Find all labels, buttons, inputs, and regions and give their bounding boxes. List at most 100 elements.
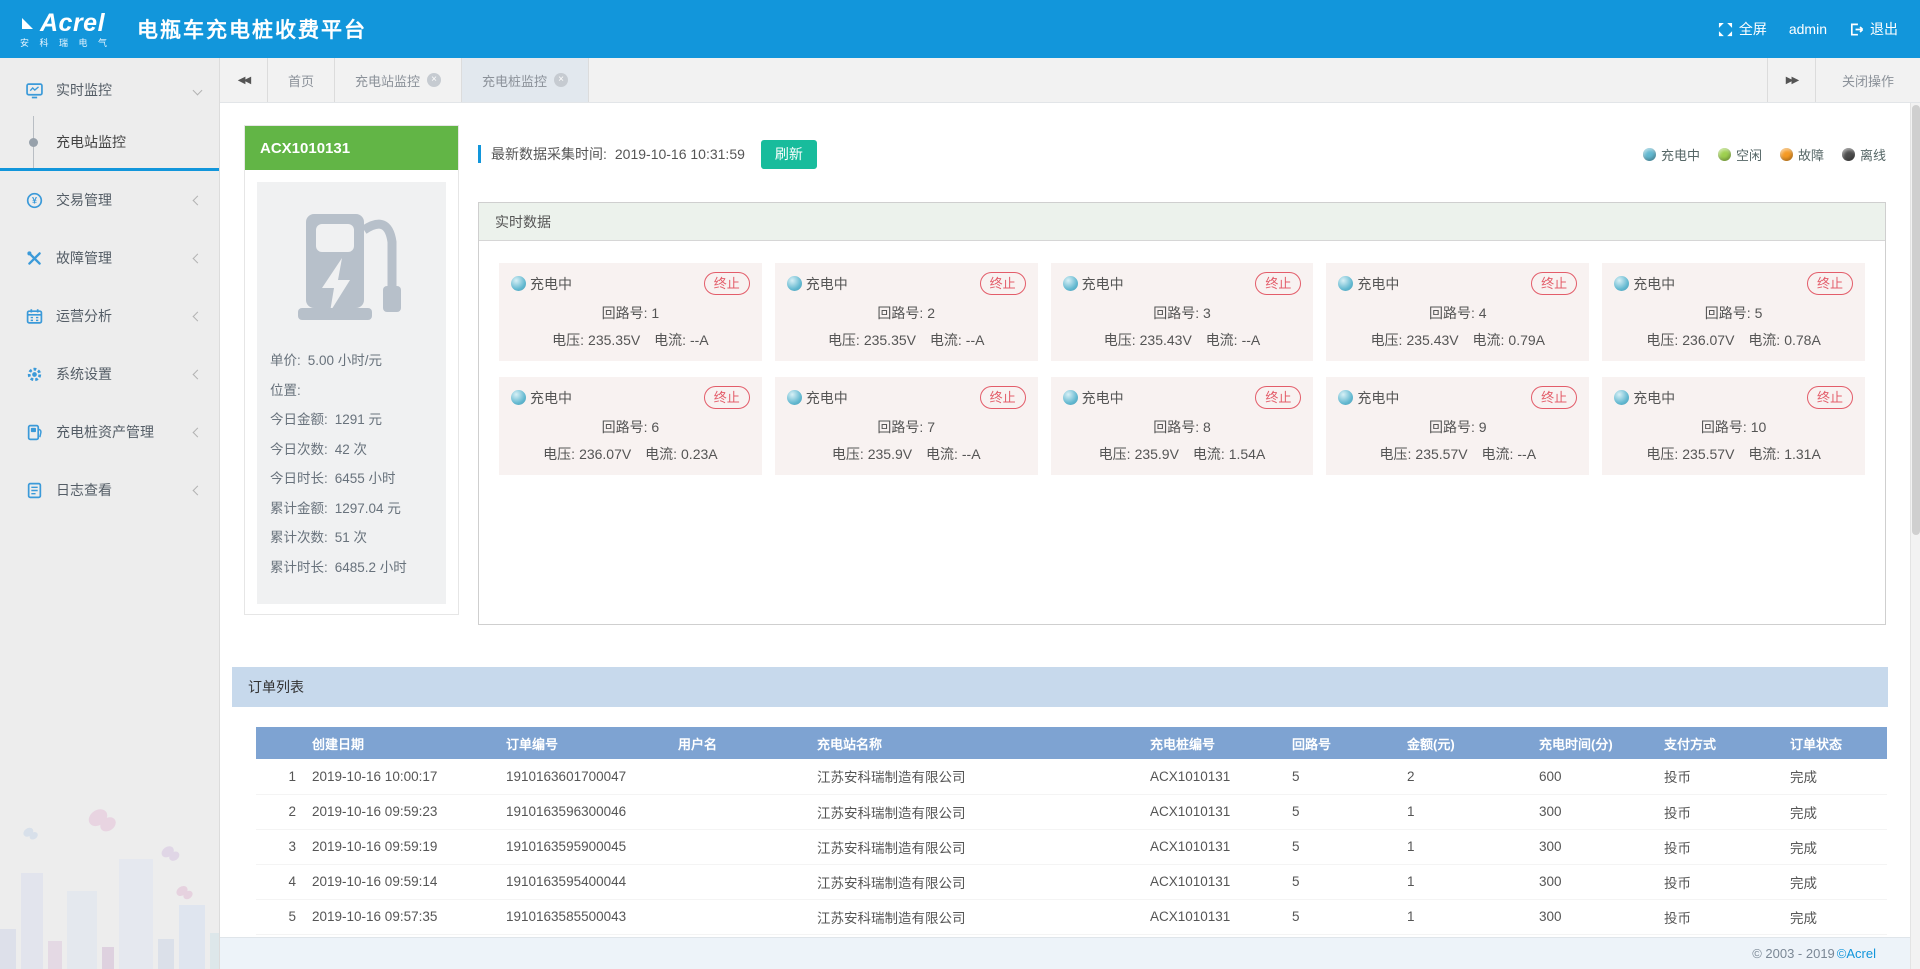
channel-card: 充电中 终止 回路号: 1 <box>499 263 762 361</box>
chevron-down-icon <box>193 85 203 95</box>
terminate-button[interactable]: 终止 <box>704 272 750 295</box>
page-title: 电瓶车充电桩收费平台 <box>137 14 367 44</box>
scrollbar-thumb[interactable] <box>1912 105 1920 535</box>
tab-home[interactable]: 首页 <box>268 58 335 102</box>
order-row[interactable]: 2 2019-10-16 09:59:23 1910163596300046 江… <box>256 794 1887 829</box>
vertical-scrollbar[interactable] <box>1910 103 1920 969</box>
current-label: 电流: <box>1481 446 1513 462</box>
circuit-line: 回路号: 2 <box>775 303 1038 323</box>
order-circuit: 5 <box>1284 759 1399 794</box>
stat-value: 1291 元 <box>335 405 382 435</box>
channel-status-label: 充电中 <box>530 388 572 408</box>
sidebar-item-label: 故障管理 <box>56 248 112 268</box>
order-pile-id: ACX1010131 <box>1142 829 1284 864</box>
channel-card: 充电中 终止 回路号: 9 <box>1326 377 1589 475</box>
terminate-button[interactable]: 终止 <box>980 272 1026 295</box>
terminate-button[interactable]: 终止 <box>1531 386 1577 409</box>
channel-grid: 充电中 终止 回路号: 1 <box>479 241 1885 497</box>
tab-station-monitor[interactable]: 充电站监控 × <box>335 58 462 102</box>
order-username <box>670 794 809 829</box>
order-row[interactable]: 4 2019-10-16 09:59:14 1910163595400044 江… <box>256 864 1887 899</box>
close-operations-button[interactable]: 关闭操作 <box>1815 58 1920 102</box>
order-row[interactable]: 1 2019-10-16 10:00:17 1910163601700047 江… <box>256 759 1887 794</box>
order-create-date: 2019-10-16 10:00:17 <box>304 759 498 794</box>
username[interactable]: admin <box>1789 21 1827 37</box>
terminate-button[interactable]: 终止 <box>1531 272 1577 295</box>
stat-label: 累计次数: <box>270 523 328 553</box>
current-value: 1.54A <box>1229 446 1266 462</box>
logout-button[interactable]: 退出 <box>1849 19 1898 39</box>
current-label: 电流: <box>654 332 686 348</box>
circuit-label: 回路号: <box>1701 419 1747 435</box>
terminate-button[interactable]: 终止 <box>980 386 1026 409</box>
sidebar-item-realtime-monitor[interactable]: 实时监控 <box>0 58 219 116</box>
terminate-button[interactable]: 终止 <box>1255 272 1301 295</box>
stat-value: 51 次 <box>335 523 367 553</box>
logo-subtext: 安 科 瑞 电 气 <box>20 39 111 48</box>
terminate-button[interactable]: 终止 <box>704 386 750 409</box>
circuit-label: 回路号: <box>877 305 923 321</box>
tab-scroll-left-button[interactable]: ◀◀ <box>220 58 268 102</box>
charging-status-dot-icon <box>1614 276 1629 291</box>
stat-row: 累计时长: 6485.2 小时 <box>270 553 433 583</box>
current-label: 电流: <box>1206 332 1238 348</box>
channel-status: 充电中 <box>1614 388 1675 408</box>
double-left-arrow-icon: ◀◀ <box>238 75 249 86</box>
terminate-button[interactable]: 终止 <box>1255 386 1301 409</box>
stat-row: 累计次数: 51 次 <box>270 523 433 553</box>
sidebar-item-system-settings[interactable]: 系统设置 <box>0 345 219 403</box>
subitem-dot-icon <box>29 138 38 147</box>
sidebar-item-faults[interactable]: 故障管理 <box>0 229 219 287</box>
stat-label: 今日金额: <box>270 405 328 435</box>
current-value: --A <box>690 332 709 348</box>
charging-status-dot-icon <box>1338 276 1353 291</box>
realtime-data-panel: 实时数据 充电中 <box>478 202 1886 625</box>
tab-close-icon[interactable]: × <box>554 73 568 87</box>
channel-card: 充电中 终止 回路号: 7 <box>775 377 1038 475</box>
copyright: © 2003 - 2019 <box>1752 946 1835 961</box>
sidebar-item-label: 交易管理 <box>56 190 112 210</box>
stat-label: 位置: <box>270 376 301 406</box>
voltage-value: 235.43V <box>1406 332 1458 348</box>
terminate-button[interactable]: 终止 <box>1807 272 1853 295</box>
sidebar-subitem-station-monitor[interactable]: 充电站监控 <box>0 116 219 168</box>
channel-status: 充电中 <box>1063 388 1124 408</box>
circuit-value: 10 <box>1751 419 1767 435</box>
terminate-button[interactable]: 终止 <box>1807 386 1853 409</box>
order-number: 1910163585500043 <box>498 899 670 934</box>
measurements-line: 电压:235.35V 电流:--A <box>775 330 1038 350</box>
channel-status-label: 充电中 <box>806 274 848 294</box>
sidebar-item-operation-analysis[interactable]: 运营分析 <box>0 287 219 345</box>
order-status: 完成 <box>1782 829 1887 864</box>
stat-value: 1297.04 元 <box>335 494 401 524</box>
channel-status: 充电中 <box>1338 388 1399 408</box>
sidebar-item-pile-assets[interactable]: 充电桩资产管理 <box>0 403 219 461</box>
order-amount: 1 <box>1399 829 1531 864</box>
sidebar-item-transactions[interactable]: ¥ 交易管理 <box>0 171 219 229</box>
order-row[interactable]: 5 2019-10-16 09:57:35 1910163585500043 江… <box>256 899 1887 934</box>
order-row[interactable]: 3 2019-10-16 09:59:19 1910163595900045 江… <box>256 829 1887 864</box>
order-pile-id: ACX1010131 <box>1142 759 1284 794</box>
sidebar-item-logs[interactable]: 日志查看 <box>0 461 219 519</box>
brand-link[interactable]: ©Acrel <box>1837 946 1876 961</box>
measurements-line: 电压:236.07V 电流:0.78A <box>1602 330 1865 350</box>
tab-label: 首页 <box>288 71 314 90</box>
channel-status-label: 充电中 <box>1633 274 1675 294</box>
voltage-label: 电压: <box>552 332 584 348</box>
tab-scroll-right-button[interactable]: ▶▶ <box>1767 58 1815 102</box>
legend-item: 空闲 <box>1718 145 1762 164</box>
tab-label: 充电桩监控 <box>482 71 547 90</box>
order-pay-method: 投币 <box>1656 899 1782 934</box>
acrel-logo: Acrel 安 科 瑞 电 气 <box>20 11 111 48</box>
current-value: --A <box>962 446 981 462</box>
fullscreen-button[interactable]: 全屏 <box>1718 19 1767 39</box>
refresh-button[interactable]: 刷新 <box>761 140 817 169</box>
legend-label: 充电中 <box>1661 145 1700 164</box>
channel-status: 充电中 <box>787 388 848 408</box>
fullscreen-icon <box>1718 22 1733 37</box>
circuit-value: 2 <box>927 305 935 321</box>
legend-label: 故障 <box>1798 145 1824 164</box>
calendar-icon <box>26 308 43 325</box>
tab-close-icon[interactable]: × <box>427 73 441 87</box>
tab-pile-monitor[interactable]: 充电桩监控 × <box>462 58 589 102</box>
